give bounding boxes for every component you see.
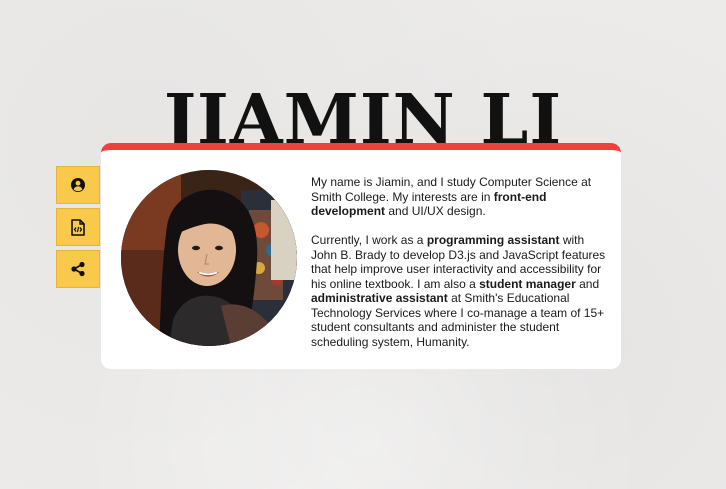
side-tab-bar [56,166,100,292]
tab-about[interactable] [56,166,100,204]
bio-text: My name is Jiamin, and I study Computer … [311,175,609,364]
profile-photo [121,170,297,346]
share-icon [71,261,85,277]
user-circle-icon [71,178,85,192]
tab-projects[interactable] [56,208,100,246]
about-card: My name is Jiamin, and I study Computer … [101,143,621,369]
bio-paragraph-2: Currently, I work as a programming assis… [311,233,606,349]
role-highlight: student manager [479,276,576,291]
portrait-image [121,170,297,346]
tab-share[interactable] [56,250,100,288]
role-highlight: administrative assistant [311,291,448,305]
bio-paragraph-1: My name is Jiamin, and I study Computer … [311,175,592,218]
code-file-icon [71,218,85,236]
role-highlight: programming assistant [426,233,560,247]
